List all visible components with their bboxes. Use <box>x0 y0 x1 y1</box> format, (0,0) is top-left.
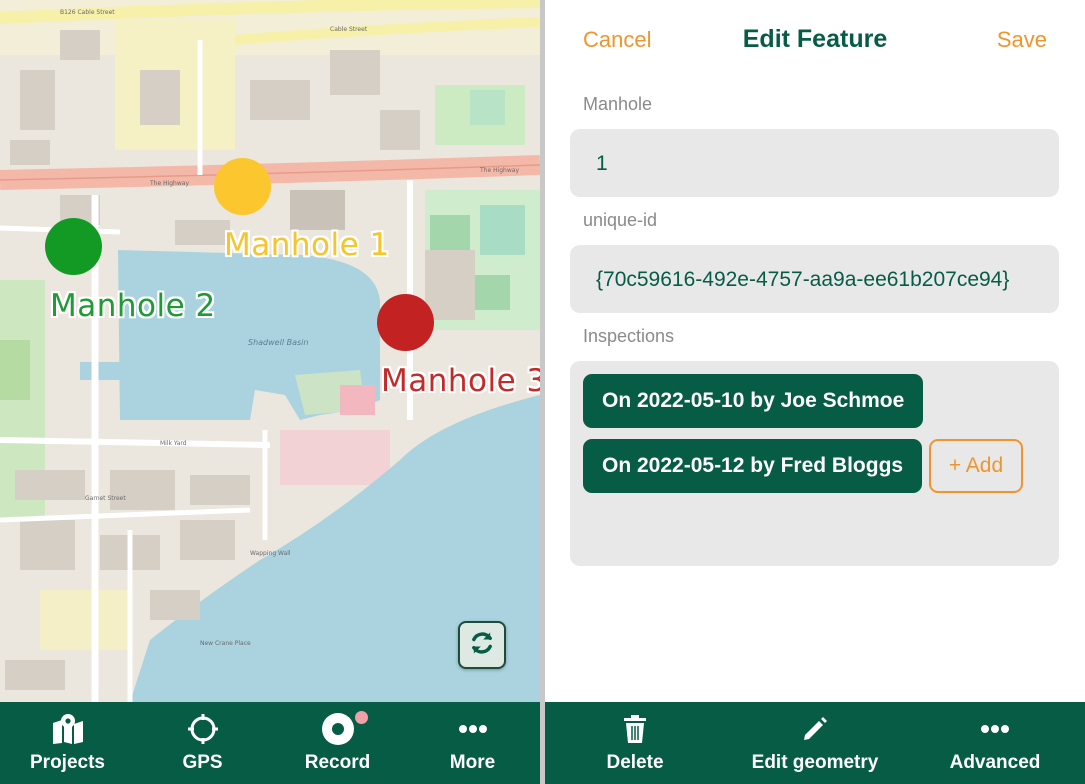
refresh-icon <box>468 629 496 662</box>
svg-text:The Highway: The Highway <box>149 180 189 187</box>
projects-label: Projects <box>30 752 105 773</box>
refresh-button[interactable] <box>458 621 506 669</box>
unique-id-field-label: unique-id <box>583 210 658 230</box>
map-icon <box>51 712 85 746</box>
trash-icon <box>623 712 647 746</box>
advanced-button[interactable]: Advanced <box>905 702 1085 784</box>
pencil-icon <box>801 712 829 746</box>
edit-geometry-label: Edit geometry <box>751 752 879 773</box>
map-panel[interactable]: Shadwell Basin The Highway Milk Yard A12… <box>0 0 540 784</box>
map-canvas[interactable]: Shadwell Basin The Highway Milk Yard A12… <box>0 0 540 702</box>
manhole-field-value: 1 <box>596 152 608 175</box>
projects-button[interactable]: Projects <box>0 702 135 784</box>
svg-text:The Highway: The Highway <box>479 167 519 174</box>
marker-label-3: Manhole 3 <box>381 363 540 399</box>
svg-text:Shadwell Basin: Shadwell Basin <box>248 338 308 347</box>
svg-text:Garnet Street: Garnet Street <box>85 495 126 502</box>
delete-label: Delete <box>606 752 664 773</box>
record-label: Record <box>304 752 371 773</box>
map-toolbar: Projects GPS Record More <box>0 702 540 784</box>
manhole-marker-2[interactable] <box>45 218 102 275</box>
inspections-field-label: Inspections <box>583 326 675 346</box>
edit-geometry-button[interactable]: Edit geometry <box>725 702 905 784</box>
more-dots-icon <box>458 712 488 746</box>
unique-id-field-value: {70c59616-492e-4757-aa9a-ee61b207ce94} <box>596 268 1010 291</box>
advanced-label: Advanced <box>949 752 1041 773</box>
record-button[interactable]: Record <box>270 702 405 784</box>
more-dots-icon <box>980 712 1010 746</box>
svg-text:New Crane Place: New Crane Place <box>200 640 251 647</box>
delete-button[interactable]: Delete <box>545 702 725 784</box>
marker-label-1: Manhole 1 <box>224 227 390 263</box>
svg-text:Milk Yard: Milk Yard <box>160 440 187 447</box>
inspection-chip-2[interactable]: On 2022-05-12 by Fred Bloggs <box>583 439 923 493</box>
save-button[interactable]: Save <box>997 27 1047 53</box>
gps-label: GPS <box>182 752 223 773</box>
svg-text:B126 Cable Street: B126 Cable Street <box>60 9 115 16</box>
inspection-chip-1[interactable]: On 2022-05-10 by Joe Schmoe <box>583 374 924 428</box>
crosshair-icon <box>187 712 219 746</box>
feature-toolbar: Delete Edit geometry Advanced <box>545 702 1085 784</box>
marker-label-2: Manhole 2 <box>50 288 216 324</box>
record-icon <box>321 712 355 746</box>
add-inspection-button[interactable]: + Add <box>929 439 1023 493</box>
more-label: More <box>449 752 496 773</box>
edit-feature-panel: Cancel Edit Feature Save Manhole 1 uniqu… <box>545 0 1085 702</box>
manhole-marker-1[interactable] <box>214 158 271 215</box>
gps-button[interactable]: GPS <box>135 702 368 784</box>
manhole-marker-3[interactable] <box>377 294 434 351</box>
svg-text:Cable Street: Cable Street <box>330 26 368 33</box>
more-button[interactable]: More <box>405 702 540 784</box>
svg-text:Wapping Wall: Wapping Wall <box>250 550 291 557</box>
manhole-field-label: Manhole <box>583 94 653 114</box>
unique-id-field[interactable]: {70c59616-492e-4757-aa9a-ee61b207ce94} <box>570 245 1059 313</box>
manhole-field[interactable]: 1 <box>570 129 1059 197</box>
